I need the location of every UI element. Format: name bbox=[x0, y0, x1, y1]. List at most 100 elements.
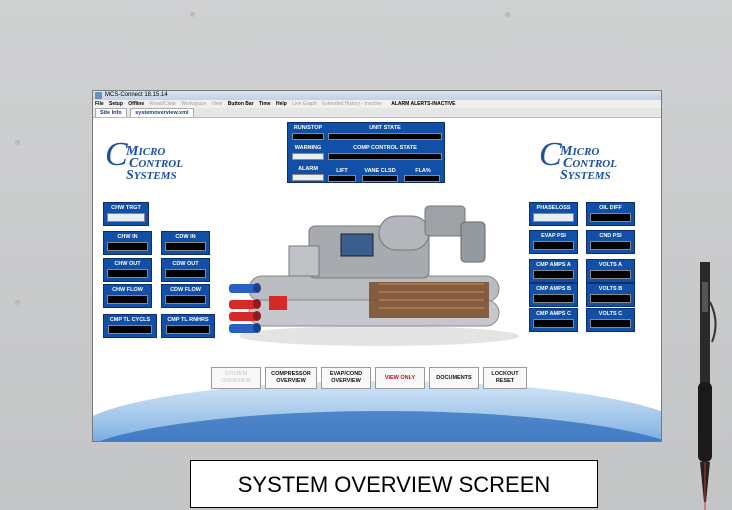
chw-out-label: CHW OUT bbox=[114, 261, 141, 267]
oil-diff-label: OIL DIFF bbox=[599, 205, 622, 211]
vane-clsd-value bbox=[362, 175, 398, 182]
cmp-amps-a-panel: CMP AMPS A bbox=[529, 259, 578, 283]
logo-line-3: SYSTEMS bbox=[560, 168, 611, 183]
menu-live-graph[interactable]: Live Graph bbox=[292, 101, 316, 107]
cmp-tl-cycls-value bbox=[108, 325, 152, 334]
screen-caption: SYSTEM OVERVIEW SCREEN bbox=[190, 460, 598, 508]
lockout-reset-button[interactable]: LOCKOUT RESET bbox=[483, 367, 527, 389]
chw-trgt-label: CHW TRGT bbox=[111, 205, 141, 211]
volts-c-label: VOLTS C bbox=[598, 311, 623, 317]
evap-psi-value bbox=[533, 241, 574, 250]
chw-in-label: CHW IN bbox=[117, 234, 138, 240]
bezel-screw bbox=[505, 12, 510, 17]
documents-button[interactable]: DOCUMENTS bbox=[429, 367, 479, 389]
compressor-overview-button[interactable]: COMPRESSOR OVERVIEW bbox=[265, 367, 317, 389]
cnd-psi-value bbox=[590, 241, 631, 250]
micro-control-systems-logo: C MICRO CONTROL SYSTEMS bbox=[105, 136, 185, 190]
chw-trgt-panel: CHW TRGT bbox=[103, 202, 149, 226]
cmp-tl-cycls-panel: CMP TL CYCLS bbox=[103, 314, 157, 338]
fla-value bbox=[404, 175, 440, 182]
comp-control-state-value bbox=[328, 153, 442, 160]
micro-control-systems-logo: C MICRO CONTROL SYSTEMS bbox=[539, 136, 619, 190]
phaseloss-value bbox=[533, 213, 574, 222]
cdw-out-panel: CDW OUT bbox=[161, 258, 210, 282]
volts-c-value bbox=[590, 319, 631, 328]
fla-label: FLA% bbox=[415, 168, 431, 174]
comp-control-state-label: COMP CONTROL STATE bbox=[353, 145, 417, 151]
warning-value bbox=[292, 153, 324, 160]
menu-view[interactable]: View bbox=[212, 101, 223, 107]
menu-workspace[interactable]: Workspace bbox=[181, 101, 206, 107]
cnd-psi-panel: CND PSI bbox=[586, 230, 635, 254]
cmp-amps-c-value bbox=[533, 319, 574, 328]
volts-b-label: VOLTS B bbox=[598, 286, 623, 292]
menu-button-bar[interactable]: Button Bar bbox=[228, 101, 254, 107]
lift-value bbox=[328, 175, 356, 182]
cmp-tl-rnhrs-label: CMP TL RNHRS bbox=[167, 317, 209, 323]
tab-systemoverview[interactable]: systemoverview.xml bbox=[130, 108, 194, 117]
window-title: MCS-Connect 18.15.14 bbox=[105, 92, 168, 98]
chw-trgt-value bbox=[107, 213, 145, 222]
overview-canvas: C MICRO CONTROL SYSTEMS C MICRO CONTROL … bbox=[93, 118, 661, 441]
alarm-label: ALARM bbox=[298, 166, 318, 172]
menu-help[interactable]: Help bbox=[276, 101, 287, 107]
warning-label: WARNING bbox=[294, 145, 322, 151]
evap-cond-overview-button[interactable]: EVAP/COND OVERVIEW bbox=[321, 367, 371, 389]
chw-flow-panel: CHW FLOW bbox=[103, 284, 152, 308]
chw-in-value bbox=[107, 242, 148, 251]
cmp-amps-b-label: CMP AMPS B bbox=[536, 286, 571, 292]
system-overview-button[interactable]: SYSTEM OVERVIEW bbox=[211, 367, 261, 389]
volts-a-value bbox=[590, 270, 631, 279]
chw-in-panel: CHW IN bbox=[103, 231, 152, 255]
lift-label: LIFT bbox=[336, 168, 348, 174]
unit-state-value bbox=[328, 133, 442, 140]
title-bar: MCS-Connect 18.15.14 bbox=[93, 91, 661, 100]
cdw-in-label: CDW IN bbox=[175, 234, 196, 240]
volts-a-label: VOLTS A bbox=[598, 262, 623, 268]
app-icon bbox=[95, 92, 102, 99]
menu-time[interactable]: Time bbox=[259, 101, 271, 107]
cnd-psi-label: CND PSI bbox=[599, 233, 622, 239]
logo-c-mark: C bbox=[105, 136, 128, 173]
menu-setup[interactable]: Setup bbox=[109, 101, 123, 107]
cmp-tl-rnhrs-value bbox=[166, 325, 210, 334]
stylus-pen bbox=[698, 262, 717, 510]
volts-c-panel: VOLTS C bbox=[586, 308, 635, 332]
logo-line-3: SYSTEMS bbox=[126, 168, 177, 183]
application-window: MCS-Connect 18.15.14 File Setup Offline … bbox=[92, 90, 662, 442]
volts-b-value bbox=[590, 294, 631, 303]
tab-site-info[interactable]: Site Info bbox=[95, 108, 127, 117]
oil-diff-panel: OIL DIFF bbox=[586, 202, 635, 226]
chw-out-panel: CHW OUT bbox=[103, 258, 152, 282]
run-stop-value bbox=[292, 133, 324, 140]
menu-reset-clear[interactable]: Reset/Clear bbox=[150, 101, 176, 107]
menu-extended-history[interactable]: Extended History - Inactive bbox=[322, 101, 382, 107]
cdw-out-value bbox=[165, 269, 206, 278]
cmp-amps-c-label: CMP AMPS C bbox=[536, 311, 571, 317]
view-only-button[interactable]: VIEW ONLY bbox=[375, 367, 425, 389]
phaseloss-panel: PHASELOSS bbox=[529, 202, 578, 226]
evap-psi-panel: EVAP PSI bbox=[529, 230, 578, 254]
cmp-amps-b-panel: CMP AMPS B bbox=[529, 283, 578, 307]
tab-bar: Site Info systemoverview.xml bbox=[93, 108, 661, 118]
cmp-tl-rnhrs-panel: CMP TL RNHRS bbox=[161, 314, 215, 338]
menu-offline[interactable]: Offline bbox=[128, 101, 144, 107]
cmp-tl-cycls-label: CMP TL CYCLS bbox=[109, 317, 151, 323]
chw-flow-label: CHW FLOW bbox=[112, 287, 143, 293]
chiller-illustration bbox=[229, 205, 519, 346]
cdw-flow-value bbox=[165, 295, 206, 304]
chw-out-value bbox=[107, 269, 148, 278]
chw-flow-value bbox=[107, 295, 148, 304]
unit-state-label: UNIT STATE bbox=[369, 125, 401, 131]
status-panel: RUN/STOP UNIT STATE WARNING COMP CONTROL… bbox=[287, 122, 445, 183]
menu-file[interactable]: File bbox=[95, 101, 104, 107]
alarm-value bbox=[292, 174, 324, 181]
volts-b-panel: VOLTS B bbox=[586, 283, 635, 307]
vane-clsd-label: VANE CLSD bbox=[364, 168, 396, 174]
oil-diff-value bbox=[590, 213, 631, 222]
cdw-out-label: CDW OUT bbox=[172, 261, 199, 267]
run-stop-label: RUN/STOP bbox=[293, 125, 323, 131]
cdw-in-panel: CDW IN bbox=[161, 231, 210, 255]
phaseloss-label: PHASELOSS bbox=[536, 205, 571, 211]
cmp-amps-c-panel: CMP AMPS C bbox=[529, 308, 578, 332]
